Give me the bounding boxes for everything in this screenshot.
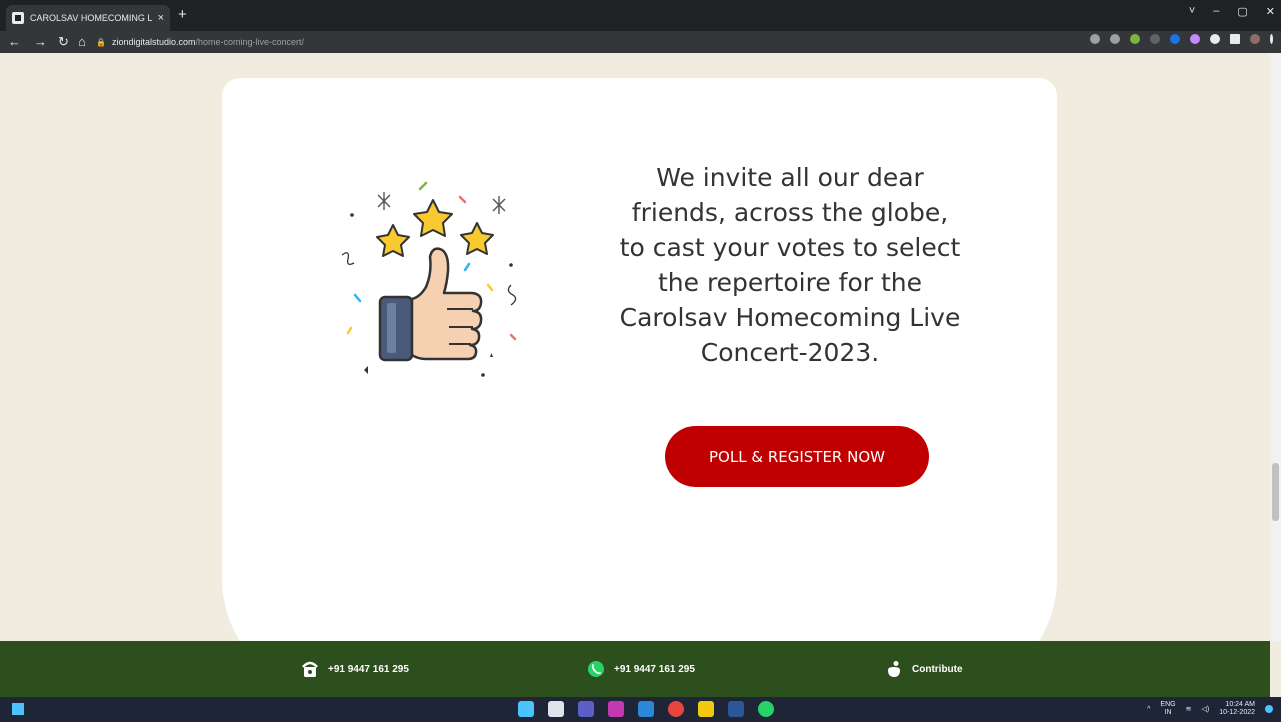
chat-icon[interactable] — [578, 701, 594, 717]
invite-line: Carolsav Homecoming Live — [619, 303, 961, 332]
app-icon[interactable] — [608, 701, 624, 717]
file-explorer-icon[interactable] — [698, 701, 714, 717]
phone-number: +91 9447 161 295 — [328, 663, 409, 675]
reload-icon[interactable]: ↻ — [58, 34, 69, 50]
contact-footer: +91 9447 161 295 +91 9447 161 295 Contri… — [0, 641, 1270, 697]
extension-icon[interactable] — [1130, 34, 1140, 44]
phone-link[interactable]: +91 9447 161 295 — [301, 660, 409, 678]
tab-search-icon[interactable]: ˅ — [1189, 5, 1195, 18]
back-icon[interactable]: ← — [8, 34, 21, 50]
scroll-thumb[interactable] — [1272, 463, 1279, 521]
whatsapp-number: +91 9447 161 295 — [614, 663, 695, 675]
invite-line: the repertoire for the — [657, 268, 923, 297]
tray-chevron-icon[interactable]: ^ — [1147, 706, 1150, 713]
url-path: /home-coming-live-concert/ — [195, 37, 305, 47]
forward-icon[interactable]: → — [34, 34, 47, 50]
donate-icon — [888, 661, 900, 677]
invite-line: to cast your votes to select — [619, 233, 961, 262]
profile-avatar[interactable] — [1250, 34, 1260, 44]
close-window-icon[interactable]: ✕ — [1266, 5, 1275, 18]
word-icon[interactable] — [728, 701, 744, 717]
os-taskbar: ^ ENG IN ≋ ◁) 10:24 AM 10-12-2022 — [0, 697, 1281, 722]
invite-line: We invite all our dear — [656, 163, 924, 192]
page-scrollbar[interactable] — [1270, 53, 1281, 641]
taskbar-apps — [518, 701, 774, 717]
browser-tab[interactable]: CAROLSAV HOMECOMING LIVE × — [6, 5, 170, 31]
whatsapp-link[interactable]: +91 9447 161 295 — [587, 660, 695, 678]
share-icon[interactable] — [1090, 34, 1100, 44]
system-tray: ^ ENG IN ≋ ◁) 10:24 AM 10-12-2022 — [1147, 701, 1273, 717]
thumbs-up-stars-icon — [341, 181, 517, 377]
clock[interactable]: 10:24 AM 10-12-2022 — [1219, 701, 1255, 717]
url-host: ziondigitalstudio.com — [111, 37, 196, 47]
site-favicon-icon — [12, 12, 24, 24]
notification-icon[interactable] — [1265, 705, 1273, 713]
new-tab-button[interactable]: + — [178, 6, 187, 23]
tab-title: CAROLSAV HOMECOMING LIVE — [30, 13, 152, 23]
lock-icon: 🔒 — [96, 38, 106, 47]
todo-icon[interactable] — [638, 701, 654, 717]
language-indicator[interactable]: ENG IN — [1160, 701, 1175, 717]
extension-icon[interactable] — [1170, 34, 1180, 44]
whatsapp-icon — [588, 661, 604, 677]
volume-icon[interactable]: ◁) — [1201, 705, 1209, 713]
invite-text: We invite all our dear friends, across t… — [580, 160, 1000, 370]
extension-icon[interactable] — [1150, 34, 1160, 44]
wifi-icon[interactable]: ≋ — [1186, 705, 1192, 713]
extensions-puzzle-icon[interactable] — [1210, 34, 1220, 44]
minimize-icon[interactable]: – — [1213, 5, 1219, 18]
whatsapp-app-icon[interactable] — [758, 701, 774, 717]
contribute-label: Contribute — [912, 663, 963, 675]
language: ENG — [1160, 701, 1176, 708]
poll-register-button[interactable]: POLL & REGISTER NOW — [665, 426, 929, 487]
bookmark-star-icon[interactable] — [1110, 34, 1120, 44]
task-view-icon[interactable] — [548, 701, 564, 717]
start-button-icon[interactable] — [518, 701, 534, 717]
address-bar[interactable]: 🔒 ziondigitalstudio.com/home-coming-live-… — [96, 34, 1076, 50]
extension-icon[interactable] — [1190, 34, 1200, 44]
phone-icon — [302, 661, 318, 677]
clock-time: 10:24 AM — [1225, 701, 1255, 708]
invite-line: friends, across the globe, — [631, 198, 949, 227]
chrome-icon[interactable] — [668, 701, 684, 717]
browser-tab-bar: CAROLSAV HOMECOMING LIVE × + ˅ – ▢ ✕ — [0, 0, 1281, 31]
contribute-link[interactable]: Contribute — [885, 660, 963, 678]
clock-date: 10-12-2022 — [1219, 709, 1255, 716]
maximize-icon[interactable]: ▢ — [1237, 5, 1247, 18]
side-panel-icon[interactable] — [1230, 34, 1240, 44]
extensions-area — [1090, 34, 1273, 44]
tab-close-icon[interactable]: × — [158, 12, 164, 24]
menu-dots-icon[interactable] — [1270, 34, 1273, 44]
browser-toolbar: ← → ↻ ⌂ 🔒 ziondigitalstudio.com/home-comi… — [0, 31, 1281, 53]
region: IN — [1164, 709, 1172, 716]
home-icon[interactable]: ⌂ — [78, 34, 86, 50]
window-controls: ˅ – ▢ ✕ — [1189, 5, 1275, 18]
invite-line: Concert-2023. — [700, 338, 880, 367]
widgets-icon[interactable] — [12, 703, 24, 715]
